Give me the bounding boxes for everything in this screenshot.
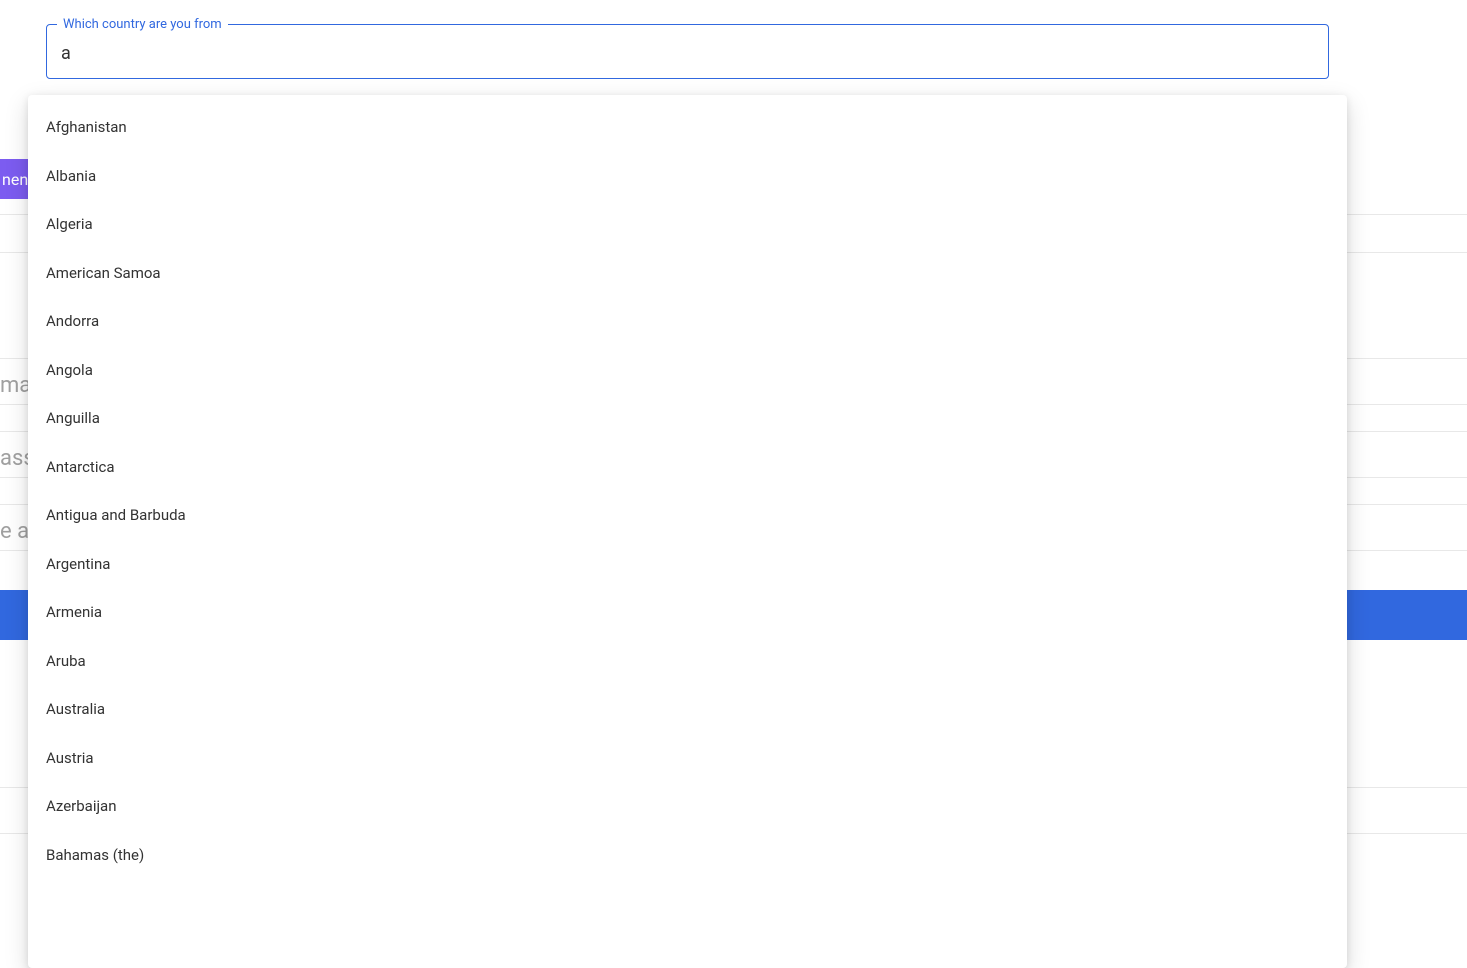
country-option[interactable]: Australia [28, 685, 1347, 734]
country-input[interactable] [47, 31, 1328, 78]
country-combobox[interactable]: Which country are you from [46, 18, 1329, 79]
country-fieldset: Which country are you from [46, 18, 1329, 79]
country-option[interactable]: Albania [28, 152, 1347, 201]
country-listbox[interactable]: Afghanistan Albania Algeria American Sam… [28, 95, 1347, 968]
background-field-fragment: ma [0, 373, 31, 398]
country-label: Which country are you from [57, 18, 228, 31]
country-option[interactable]: Antigua and Barbuda [28, 491, 1347, 540]
country-option[interactable]: Afghanistan [28, 103, 1347, 152]
background-field-fragment: e a [0, 519, 29, 544]
background-tab-fragment: nen [0, 159, 28, 199]
country-option[interactable]: Andorra [28, 297, 1347, 346]
country-option[interactable]: Austria [28, 734, 1347, 783]
country-option[interactable]: Bahamas (the) [28, 831, 1347, 880]
country-option[interactable]: Argentina [28, 540, 1347, 589]
country-option[interactable]: Azerbaijan [28, 782, 1347, 831]
country-option[interactable]: American Samoa [28, 249, 1347, 298]
country-option[interactable]: Angola [28, 346, 1347, 395]
country-option[interactable]: Algeria [28, 200, 1347, 249]
country-option[interactable]: Aruba [28, 637, 1347, 686]
country-option[interactable]: Armenia [28, 588, 1347, 637]
country-option[interactable]: Anguilla [28, 394, 1347, 443]
country-option[interactable]: Antarctica [28, 443, 1347, 492]
